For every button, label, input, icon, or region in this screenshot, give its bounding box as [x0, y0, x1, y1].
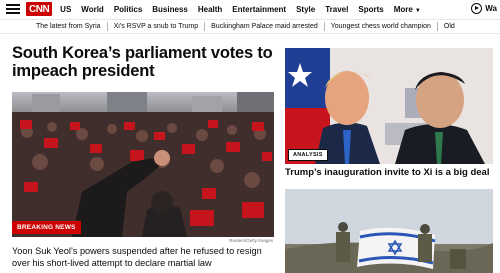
side-story-image[interactable] [285, 48, 493, 164]
watch-button[interactable]: Wa [471, 3, 497, 14]
breaking-news-badge: BREAKING NEWS [12, 221, 81, 234]
main-story-summary[interactable]: Yoon Suk Yeol’s powers suspended after h… [12, 246, 277, 269]
trending-item[interactable]: Youngest chess world champion [323, 22, 437, 31]
trending-bar: The latest from Syria Xi’s RSVP a snub t… [0, 19, 500, 34]
nav-item-world[interactable]: World [81, 5, 104, 14]
third-story-image[interactable] [285, 189, 493, 273]
play-icon [471, 3, 483, 14]
nav-item-sports[interactable]: Sports [358, 5, 383, 14]
trending-item[interactable]: Buckingham Palace maid arrested [204, 22, 324, 31]
nav-item-us[interactable]: US [60, 5, 71, 14]
cnn-logo[interactable]: CNN [26, 2, 53, 16]
image-credit: Reuters/Getty Images [229, 238, 273, 243]
menu-icon[interactable] [6, 4, 20, 14]
watch-label: Wa [485, 4, 497, 13]
chevron-down-icon: ▼ [414, 7, 421, 14]
nav-item-health[interactable]: Health [198, 5, 222, 14]
nav-item-style[interactable]: Style [296, 5, 315, 14]
nav-item-business[interactable]: Business [152, 5, 188, 14]
trending-item[interactable]: The latest from Syria [30, 22, 107, 31]
main-headline[interactable]: South Korea’s parliament votes to impeac… [12, 44, 274, 80]
trump-xi-image [285, 48, 493, 164]
nav-item-politics[interactable]: Politics [114, 5, 142, 14]
nav-more-label: More [393, 4, 413, 14]
main-story-image[interactable] [12, 92, 274, 237]
soldiers-flag-image [285, 189, 493, 273]
protest-crowd-image [12, 92, 274, 237]
nav-more-button[interactable]: More ▼ [394, 5, 421, 14]
trending-item[interactable]: Old [436, 22, 461, 31]
analysis-badge: ANALYSIS [288, 149, 328, 161]
top-nav: CNN US World Politics Business Health En… [0, 0, 500, 18]
nav-item-travel[interactable]: Travel [325, 5, 348, 14]
trending-item[interactable]: Xi’s RSVP a snub to Trump [106, 22, 205, 31]
nav-item-entertainment[interactable]: Entertainment [232, 5, 286, 14]
side-story-headline[interactable]: Trump’s inauguration invite to Xi is a b… [285, 167, 495, 178]
